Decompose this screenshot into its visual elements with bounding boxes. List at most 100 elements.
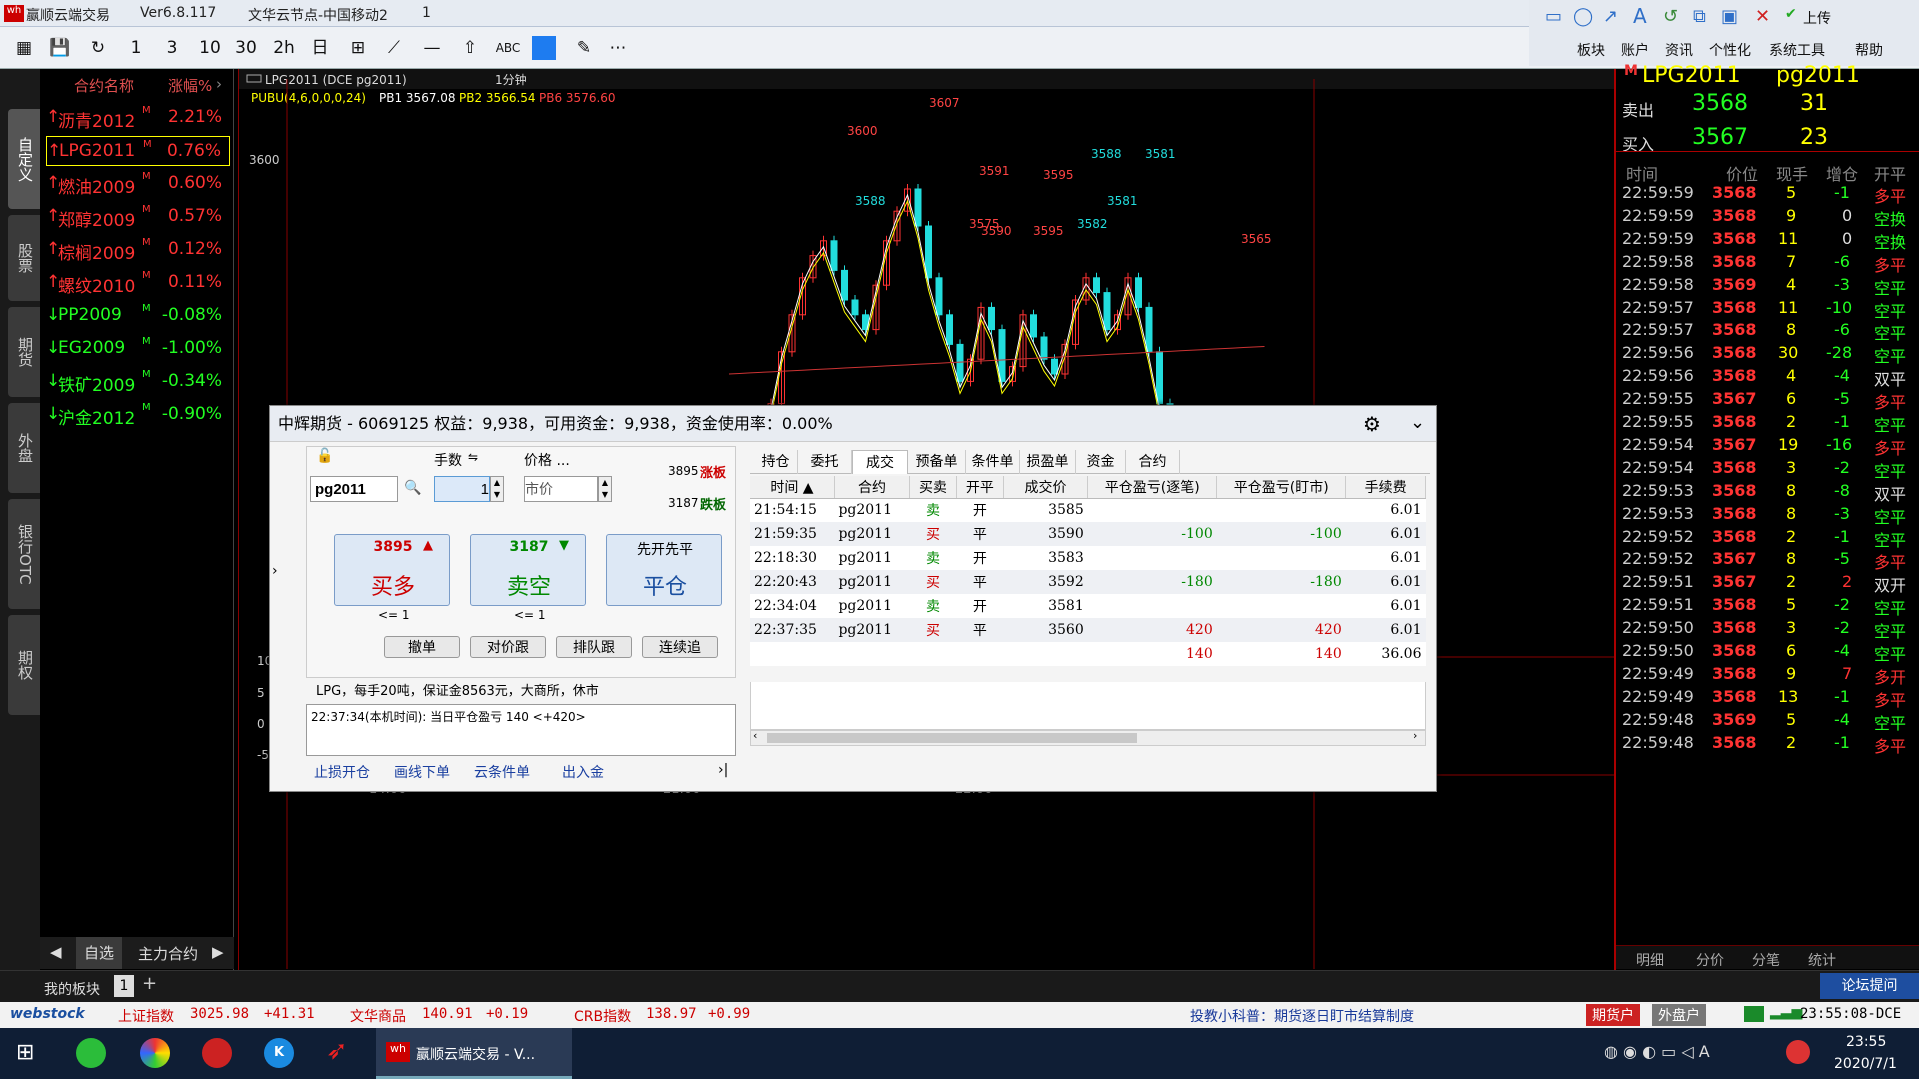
watch-row[interactable]: ↑ 郑醇2009 M 0.57% (46, 202, 230, 232)
tab-favorites[interactable]: 自选 (76, 937, 122, 969)
rail-bank-otc[interactable]: 银行OTC (8, 499, 40, 609)
arrow-icon[interactable]: ↗ (1603, 6, 1618, 27)
col-header[interactable]: 成交价 (1003, 476, 1089, 499)
rail-custom[interactable]: 自定义 (8, 109, 40, 209)
tab-stop-profit[interactable]: 损盈单 (1020, 450, 1076, 474)
trade-row[interactable]: 22:34:04 pg2011 卖 开 3581 6.01 (750, 594, 1426, 618)
menu-help[interactable]: 帮助 (1855, 40, 1883, 60)
rail-options[interactable]: 期权 (8, 615, 40, 715)
link-funds[interactable]: 出入金 (562, 762, 604, 782)
cancel-order-button[interactable]: 撤单 (384, 636, 460, 658)
tab-contract[interactable]: 合约 (1126, 450, 1180, 474)
tab-trades[interactable]: 成交 (852, 450, 908, 474)
upload-button[interactable]: 上传 (1803, 8, 1831, 28)
contract-input[interactable] (310, 476, 398, 502)
close-icon[interactable]: ✕ (1755, 6, 1770, 27)
queue-price-button[interactable]: 排队跟 (556, 636, 632, 658)
trade-row[interactable]: 22:18:30 pg2011 卖 开 3583 6.01 (750, 546, 1426, 570)
watch-row[interactable]: ↑ 螺纹2010 M 0.11% (46, 268, 230, 298)
trading-app-icon[interactable]: ➶ (326, 1036, 348, 1066)
tab-funds[interactable]: 资金 (1076, 450, 1126, 474)
price-stepper[interactable]: ▲ ▼ (598, 476, 612, 502)
menu-news[interactable]: 资讯 (1665, 40, 1693, 60)
col-header[interactable]: 合约 (834, 476, 910, 499)
col-header[interactable]: 开平 (956, 476, 1004, 499)
tab-positions[interactable]: 持仓 (754, 450, 798, 474)
sell-short-button[interactable]: 3187 ▼ 卖空 (470, 534, 586, 606)
windows-start-icon[interactable]: ⊞ (16, 1040, 34, 1065)
rect-icon[interactable]: ▭ (1545, 6, 1562, 27)
watch-row[interactable]: ↓ PP2009 M -0.08% (46, 301, 230, 331)
app-red-icon[interactable] (202, 1038, 232, 1068)
rail-foreign[interactable]: 外盘 (8, 403, 40, 493)
hline-icon[interactable]: — (418, 36, 446, 60)
qty-input[interactable] (434, 476, 490, 502)
h-scrollbar[interactable]: ‹ › (750, 729, 1426, 746)
menu-bankuai[interactable]: 板块 (1577, 40, 1605, 60)
prev-icon[interactable]: ◀ (50, 943, 62, 961)
menu-personal[interactable]: 个性化 (1709, 40, 1751, 60)
eraser-icon[interactable]: ✎ (570, 36, 598, 60)
menu-tools[interactable]: 系统工具 (1769, 40, 1825, 60)
close-position-button[interactable]: 先开先平 平仓 (606, 534, 722, 606)
tab-price-dist[interactable]: 分价 (1696, 950, 1724, 970)
futures-account-button[interactable]: 期货户 (1586, 1004, 1640, 1026)
trade-row[interactable]: 21:59:35 pg2011 买平 3590 -100 -100 6.01 (750, 522, 1426, 546)
layout-icon[interactable]: ⊞ (344, 36, 372, 60)
watch-row[interactable]: ↓ 沪金2012 M -0.90% (46, 400, 230, 430)
text-icon[interactable]: A (1633, 4, 1647, 28)
watch-row[interactable]: ↓ EG2009 M -1.00% (46, 334, 230, 364)
news-ticker[interactable]: 投教小科普：期货逐日盯市结算制度 (1190, 1006, 1414, 1026)
col-change[interactable]: 涨幅% (168, 75, 212, 96)
price-label[interactable]: 价格 ... (524, 450, 570, 470)
qty-stepper[interactable]: ▲ ▼ (490, 476, 504, 502)
forum-button[interactable]: 论坛提问 (1820, 973, 1919, 999)
tab-prepared[interactable]: 预备单 (908, 450, 966, 474)
tray-app-icon[interactable] (1786, 1040, 1810, 1064)
period-3[interactable]: 3 (158, 36, 186, 60)
buy-long-button[interactable]: 3895 ▲ 买多 (334, 534, 450, 606)
k-app-icon[interactable]: K (264, 1038, 294, 1068)
trade-row[interactable]: 21:54:15 pg2011 卖 开 3585 6.01 (750, 498, 1426, 522)
tab-conditional[interactable]: 条件单 (966, 450, 1020, 474)
copy-icon[interactable]: ⧉ (1693, 6, 1706, 27)
board-tab-1[interactable]: 1 (114, 975, 134, 997)
menu-account[interactable]: 账户 (1621, 40, 1649, 60)
draw-line-icon[interactable]: ⟋ (380, 36, 408, 60)
tab-stats[interactable]: 统计 (1808, 950, 1836, 970)
undo-icon[interactable]: ↺ (1663, 6, 1678, 27)
wechat-icon[interactable] (76, 1038, 106, 1068)
refresh-icon[interactable]: ↻ (84, 36, 112, 60)
col-header[interactable]: 买卖 (909, 476, 957, 499)
search-icon[interactable]: 🔍 (404, 480, 421, 496)
link-draw-order[interactable]: 画线下单 (394, 762, 450, 782)
trade-row[interactable]: 140 140 36.06 (750, 642, 1426, 666)
watch-row[interactable]: ↑ LPG2011 M 0.76% (46, 136, 230, 166)
watch-row[interactable]: ↑ 棕榈2009 M 0.12% (46, 235, 230, 265)
tab-orders[interactable]: 委托 (798, 450, 852, 474)
watch-row[interactable]: ↓ 铁矿2009 M -0.34% (46, 367, 230, 397)
tab-detail[interactable]: 明细 (1636, 950, 1664, 970)
rail-futures[interactable]: 期货 (8, 307, 40, 397)
trade-row[interactable]: 22:20:43 pg2011 买平 3592 -180 -180 6.01 (750, 570, 1426, 594)
order-icon[interactable]: ▦ (10, 36, 38, 60)
period-2h[interactable]: 2h (270, 36, 298, 60)
col-header[interactable]: 手续费 (1345, 476, 1426, 499)
foreign-account-button[interactable]: 外盘户 (1652, 1004, 1706, 1026)
chase-button[interactable]: 连续追 (642, 636, 718, 658)
opponent-price-button[interactable]: 对价跟 (470, 636, 546, 658)
color-picker[interactable] (532, 36, 556, 60)
scroll-thumb[interactable] (767, 733, 1137, 743)
save-image-icon[interactable]: ▣ (1721, 6, 1738, 27)
col-header[interactable]: 平仓盈亏(逐笔) (1087, 476, 1218, 499)
price-input[interactable] (524, 476, 598, 502)
col-more-icon[interactable]: › (216, 75, 222, 93)
col-header[interactable]: 时间 ▲ (750, 476, 835, 499)
qty-mode-icon[interactable]: ⇋ (468, 450, 478, 464)
chrome-icon[interactable] (140, 1038, 170, 1068)
expand-arrow-icon[interactable]: › (270, 443, 284, 783)
arrow-up-icon[interactable]: ⇧ (456, 36, 484, 60)
period-10[interactable]: 10 (196, 36, 224, 60)
ellipse-icon[interactable]: ◯ (1573, 6, 1593, 27)
expand-right-icon[interactable]: ›| (718, 762, 728, 778)
